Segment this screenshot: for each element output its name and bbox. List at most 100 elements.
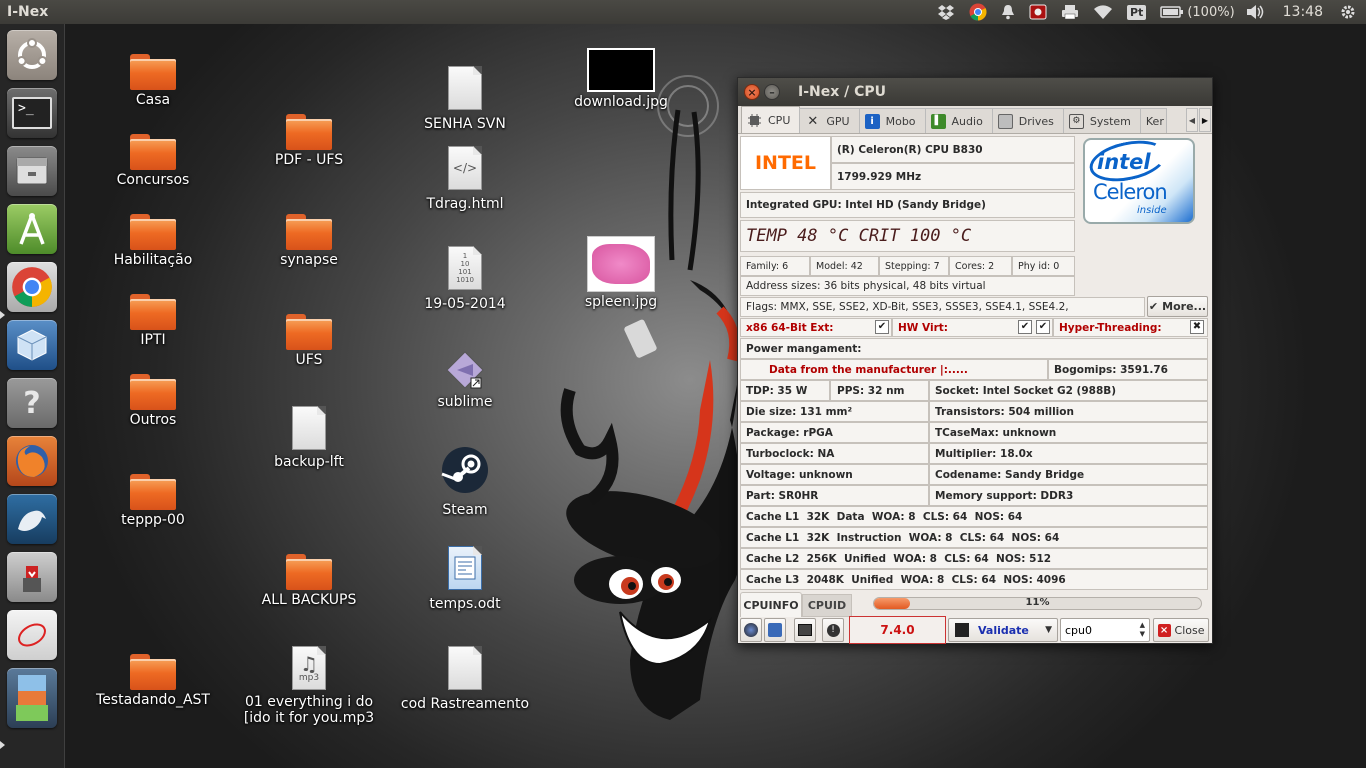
usb-installer-icon[interactable] (7, 552, 57, 602)
cpu-selector[interactable]: cpu0 ▲ ▼ (1060, 618, 1150, 642)
icon-label: teppp-00 (121, 512, 185, 528)
subtab-cpuinfo[interactable]: CPUINFO (740, 592, 802, 617)
folder-icon (130, 474, 176, 510)
files-icon[interactable] (7, 146, 57, 196)
settings-gear-icon[interactable] (1333, 0, 1366, 24)
desktop-file-19-05-2014[interactable]: 1 10 101 1010 19-05-2014 (400, 246, 530, 312)
close-window-button[interactable]: × (744, 84, 760, 100)
battery-indicator[interactable]: (100%) (1153, 0, 1238, 24)
tdp: TDP: 35 W (740, 380, 830, 401)
running-indicator (0, 741, 5, 749)
volume-icon[interactable] (1239, 0, 1273, 24)
desktop-launcher-sublime[interactable]: sublime (400, 350, 530, 410)
cpu-phy-id: Phy id: 0 (1012, 256, 1075, 276)
validate-button[interactable]: Validate ▼ (948, 618, 1058, 642)
more-button-label: More... (1162, 300, 1207, 313)
desktop-folder-all-backups[interactable]: ALL BACKUPS (244, 554, 374, 608)
desktop-folder-casa[interactable]: Casa (88, 54, 218, 108)
power-management: Power mangament: (740, 338, 1208, 359)
virtualbox-icon[interactable] (7, 320, 57, 370)
desktop-launcher-steam[interactable]: Steam (400, 446, 530, 518)
desktop-file-mp3[interactable]: ♫ mp3 01 everything i do [ido it for you.… (244, 646, 374, 726)
tab-drives[interactable]: Drives (991, 108, 1064, 133)
tab-mobo[interactable]: i Mobo (858, 108, 926, 133)
chrome-icon[interactable] (962, 0, 994, 24)
wifi-icon[interactable] (1086, 0, 1120, 24)
window-titlebar[interactable]: × – I-Nex / CPU (738, 78, 1212, 106)
hw-virt-checkbox-1: ✔ (1018, 320, 1032, 334)
version-label: 7.4.0 (880, 623, 915, 637)
tab-gpu[interactable]: ✕ GPU (799, 108, 860, 133)
cpu-family: Family: 6 (740, 256, 810, 276)
icon-label: UFS (295, 352, 323, 368)
icon-label: 19-05-2014 (424, 296, 506, 312)
drive-icon (997, 113, 1013, 129)
html-glyph: </> (452, 161, 478, 175)
icon-label: sublime (437, 394, 493, 410)
tab-audio[interactable]: ▌ Audio (924, 108, 993, 133)
version-display: 7.4.0 (849, 616, 946, 644)
battery-icon (1160, 6, 1184, 18)
android-studio-icon[interactable] (7, 204, 57, 254)
desktop-folder-outros[interactable]: Outros (88, 374, 218, 428)
report-button[interactable] (794, 618, 816, 642)
desktop-folder-habilitacao[interactable]: Habilitação (88, 214, 218, 268)
record-icon[interactable] (1022, 0, 1054, 24)
desktop-folder-teppp[interactable]: teppp-00 (88, 474, 218, 528)
desktop-folder-ipti[interactable]: IPTI (88, 294, 218, 348)
gksu-icon[interactable] (7, 610, 57, 660)
about-button[interactable]: ! (822, 618, 844, 642)
desktop-folder-ufs[interactable]: UFS (244, 314, 374, 368)
desktop-file-cod-rastreamento[interactable]: cod Rastreamento (400, 646, 530, 712)
folder-icon (286, 214, 332, 250)
system-icon: ⚙ (1068, 113, 1084, 129)
part-number: Part: SR0HR (740, 485, 929, 506)
cpu-frequency: 1799.929 MHz (831, 163, 1075, 190)
ubuntu-home-icon[interactable] (7, 30, 57, 80)
preferences-button[interactable] (764, 618, 786, 642)
desktop-folder-testadando[interactable]: Testadando_AST (88, 654, 218, 708)
cache-l3: Cache L3 2048K Unified WOA: 8 CLS: 64 NO… (740, 569, 1208, 590)
desktop-folder-pdf-ufs[interactable]: PDF - UFS (244, 114, 374, 168)
folder-icon (130, 214, 176, 250)
cpu-usage-label: 11% (1025, 597, 1050, 608)
subtab-cpuid[interactable]: CPUID (802, 594, 852, 617)
clock[interactable]: 13:48 (1273, 0, 1333, 24)
dropbox-icon[interactable] (930, 0, 962, 24)
tab-scroll-right[interactable]: ▶ (1199, 108, 1211, 132)
bell-icon[interactable] (994, 0, 1022, 24)
pt-icon[interactable]: Pt (1120, 0, 1153, 24)
keyboard-layout-label: Pt (1127, 4, 1147, 20)
steam-icon (441, 447, 488, 493)
tab-scroll-left[interactable]: ◀ (1186, 108, 1198, 132)
memory-support: Memory support: DDR3 (929, 485, 1208, 506)
wrench-icon (768, 623, 782, 637)
desktop-folder-concursos[interactable]: Concursos (88, 134, 218, 188)
terminal-icon[interactable]: >_ (7, 88, 57, 138)
desktop-file-senha-svn[interactable]: SENHA SVN (400, 66, 530, 132)
cache-l2: Cache L2 256K Unified WOA: 8 CLS: 64 NOS… (740, 548, 1208, 569)
screenshot-button[interactable] (740, 618, 762, 642)
tab-system[interactable]: ⚙ System (1062, 108, 1141, 133)
sublime-icon (446, 351, 484, 389)
stacked-launcher-icons[interactable] (7, 668, 57, 728)
unknown-app-icon[interactable]: ? (7, 378, 57, 428)
socket: Socket: Intel Socket G2 (988B) (929, 380, 1208, 401)
intel-wordmark: intel (1097, 150, 1151, 174)
package: Package: rPGA (740, 422, 929, 443)
icon-label-line2: [ido it for you.mp3 (243, 710, 375, 726)
more-flags-button[interactable]: ✔ More... (1147, 296, 1208, 317)
desktop-file-tdrag-html[interactable]: </> Tdrag.html (400, 146, 530, 212)
firefox-icon[interactable] (7, 436, 57, 486)
printer-icon[interactable] (1054, 0, 1086, 24)
close-button[interactable]: × Close (1153, 618, 1209, 642)
chrome-launcher-icon[interactable] (7, 262, 57, 312)
tab-kernel[interactable]: Ker (1139, 108, 1167, 133)
desktop-folder-synapse[interactable]: synapse (244, 214, 374, 268)
desktop-file-temps-odt[interactable]: temps.odt (400, 546, 530, 612)
desktop-file-backup-lft[interactable]: backup-lft (244, 406, 374, 470)
minimize-window-button[interactable]: – (764, 84, 780, 100)
tab-cpu[interactable]: CPU (741, 106, 801, 133)
mysql-workbench-icon[interactable] (7, 494, 57, 544)
hyper-threading-checkbox: ✖ (1190, 320, 1204, 334)
